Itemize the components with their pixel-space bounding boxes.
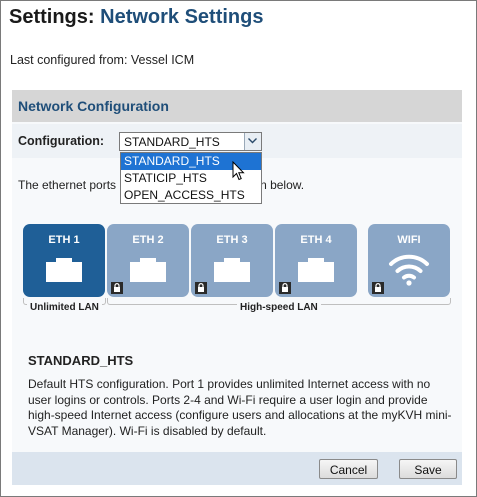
- chevron-down-icon[interactable]: [244, 133, 261, 150]
- configuration-select-value: STANDARD_HTS: [124, 135, 220, 149]
- ports-description-after: n below.: [260, 178, 305, 192]
- selected-config-name: STANDARD_HTS: [28, 353, 134, 368]
- page-title-sub: Network Settings: [100, 6, 264, 28]
- ports-description-before: The ethernet ports: [18, 178, 117, 192]
- port-label: ETH 1: [48, 234, 80, 246]
- lock-icon: [195, 282, 207, 294]
- ethernet-jack-icon: [130, 258, 166, 282]
- port-eth3[interactable]: ETH 3: [191, 224, 273, 297]
- last-configured-text: Last configured from: Vessel ICM: [10, 53, 195, 67]
- button-bar: Cancel Save: [12, 452, 462, 485]
- high-speed-lan-label: High-speed LAN: [237, 302, 321, 313]
- port-eth4[interactable]: ETH 4: [275, 224, 357, 297]
- port-label: ETH 3: [216, 234, 248, 246]
- port-label: WIFI: [397, 234, 421, 246]
- port-eth1[interactable]: ETH 1: [23, 224, 105, 297]
- port-wifi[interactable]: WIFI: [368, 224, 450, 297]
- port-label: ETH 4: [300, 234, 332, 246]
- section-header: Network Configuration: [12, 90, 462, 122]
- page-title: Settings: Network Settings: [9, 6, 263, 29]
- page-title-main: Settings:: [9, 6, 95, 28]
- unlimited-lan-label: Unlimited LAN: [27, 302, 102, 313]
- wifi-icon: [389, 254, 429, 286]
- lock-icon: [111, 282, 123, 294]
- port-label: ETH 2: [132, 234, 164, 246]
- port-eth2[interactable]: ETH 2: [107, 224, 189, 297]
- ethernet-jack-icon: [214, 258, 250, 282]
- selected-config-description: Default HTS configuration. Port 1 provid…: [28, 377, 452, 438]
- section-title: Network Configuration: [18, 98, 169, 114]
- mouse-cursor-icon: [232, 161, 245, 181]
- configuration-select[interactable]: STANDARD_HTS: [119, 132, 262, 151]
- dropdown-option-open-access-hts[interactable]: OPEN_ACCESS_HTS: [121, 187, 261, 204]
- ethernet-jack-icon: [298, 258, 334, 282]
- configuration-label: Configuration:: [18, 134, 105, 148]
- cancel-button[interactable]: Cancel: [319, 459, 378, 479]
- ethernet-jack-icon: [46, 258, 82, 282]
- save-button[interactable]: Save: [399, 459, 457, 479]
- lock-icon: [372, 282, 384, 294]
- lock-icon: [279, 282, 291, 294]
